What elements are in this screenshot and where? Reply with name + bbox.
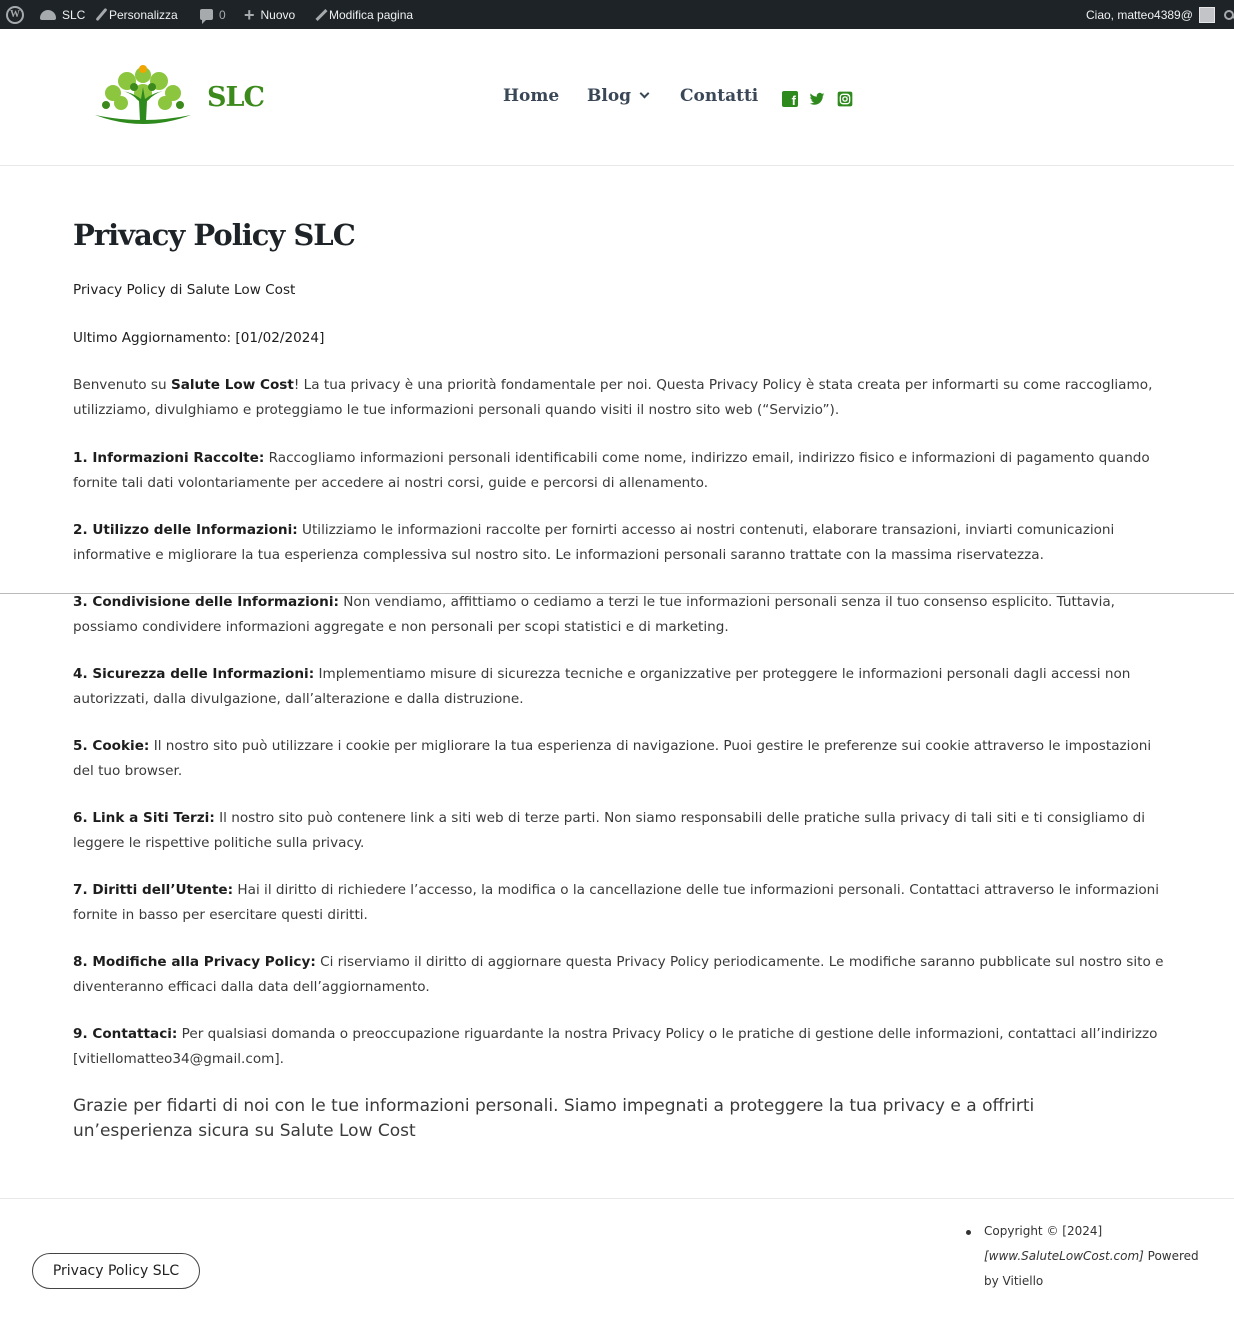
last-updated: Ultimo Aggiornamento: [01/02/2024] <box>73 326 1173 351</box>
new-content-label: Nuovo <box>260 7 296 22</box>
comments-count: 0 <box>219 7 226 22</box>
avatar <box>1198 6 1215 23</box>
edit-page-label: Modifica pagina <box>329 7 414 22</box>
privacy-policy-button[interactable]: Privacy Policy SLC <box>32 1253 200 1289</box>
brush-icon <box>95 7 108 22</box>
nav-blog-label: Blog <box>587 86 632 106</box>
nav-blog[interactable]: Blog <box>587 86 650 106</box>
account-menu[interactable]: Ciao, matteo4389@ <box>1086 0 1215 29</box>
greeting-text: Ciao, matteo4389@ <box>1086 7 1193 22</box>
section-9-heading: 9. Contattaci: <box>73 1026 178 1042</box>
section-4: 4. Sicurezza delle Informazioni: Impleme… <box>73 662 1173 711</box>
intro-brand: Salute Low Cost <box>170 377 294 393</box>
section-3-heading: 3. Condivisione delle Informazioni: <box>73 594 339 610</box>
admin-search[interactable] <box>1224 0 1234 29</box>
page-subtitle: Privacy Policy di Salute Low Cost <box>73 278 1173 303</box>
section-9: 9. Contattaci: Per qualsiasi domanda o p… <box>73 1022 1173 1071</box>
new-content-link[interactable]: + Nuovo <box>244 0 295 29</box>
site-header: SLC Home Blog Contatti f <box>0 29 1234 166</box>
divider <box>0 593 1234 594</box>
section-9-text: Per qualsiasi domanda o preoccupazione r… <box>73 1026 1158 1067</box>
section-5: 5. Cookie: Il nostro sito può utilizzare… <box>73 734 1173 783</box>
section-7-heading: 7. Diritti dell’Utente: <box>73 882 234 898</box>
section-5-heading: 5. Cookie: <box>73 738 150 754</box>
section-6-text: Il nostro sito può contenere link a siti… <box>73 810 1146 851</box>
bullet-icon <box>966 1230 971 1235</box>
page-title: Privacy Policy SLC <box>73 218 356 252</box>
chevron-down-icon <box>639 88 650 99</box>
section-1: 1. Informazioni Raccolte: Raccogliamo in… <box>73 446 1173 495</box>
section-5-text: Il nostro sito può utilizzare i cookie p… <box>73 738 1152 779</box>
tree-logo-icon <box>95 65 191 124</box>
pencil-icon <box>315 8 328 21</box>
section-2-heading: 2. Utilizzo delle Informazioni: <box>73 522 298 538</box>
section-4-heading: 4. Sicurezza delle Informazioni: <box>73 666 315 682</box>
section-8-heading: 8. Modifiche alla Privacy Policy: <box>73 954 316 970</box>
admin-bar: W SLC Personalizza 0 + Nuovo Modifica pa… <box>0 0 1234 29</box>
intro-paragraph: Benvenuto su Salute Low Cost! La tua pri… <box>73 373 1173 422</box>
customize-label: Personalizza <box>109 7 178 22</box>
instagram-icon[interactable] <box>837 91 853 107</box>
search-icon <box>1224 9 1234 20</box>
site-footer: Privacy Policy SLC Copyright © [2024] [w… <box>0 1198 1234 1341</box>
section-2: 2. Utilizzo delle Informazioni: Utilizzi… <box>73 518 1173 567</box>
customize-link[interactable]: Personalizza <box>95 0 178 29</box>
admin-site-link[interactable]: SLC <box>40 0 85 29</box>
edit-page-link[interactable]: Modifica pagina <box>315 0 414 29</box>
site-url-link[interactable]: [www.SaluteLowCost.com] <box>984 1249 1144 1263</box>
section-1-heading: 1. Informazioni Raccolte: <box>73 450 265 466</box>
wordpress-menu[interactable]: W <box>6 0 24 29</box>
section-6: 6. Link a Siti Terzi: Il nostro sito può… <box>73 806 1173 855</box>
intro-pre: Benvenuto su <box>73 377 171 393</box>
twitter-icon[interactable] <box>809 91 825 107</box>
nav-contatti[interactable]: Contatti <box>680 86 758 106</box>
nav-home[interactable]: Home <box>503 86 559 106</box>
facebook-icon[interactable]: f <box>782 91 798 107</box>
closing-paragraph: Grazie per fidarti di noi con le tue inf… <box>73 1096 1035 1141</box>
section-3: 3. Condivisione delle Informazioni: Non … <box>73 590 1173 639</box>
comment-icon <box>200 9 213 24</box>
section-6-heading: 6. Link a Siti Terzi: <box>73 810 215 826</box>
admin-site-label: SLC <box>62 7 86 22</box>
site-logo[interactable] <box>93 63 193 129</box>
site-title[interactable]: SLC <box>207 82 265 113</box>
page-content: Privacy Policy SLC Privacy Policy di Sal… <box>73 198 1183 1141</box>
subtitle-text: Privacy Policy di Salute Low Cost <box>73 282 296 298</box>
wordpress-icon: W <box>6 5 24 24</box>
comments-link[interactable]: 0 <box>200 0 226 29</box>
last-updated-text: Ultimo Aggiornamento: [01/02/2024] <box>73 330 325 346</box>
section-7-text: Hai il diritto di richiedere l’accesso, … <box>73 882 1160 923</box>
dashboard-icon <box>40 9 56 20</box>
plus-icon: + <box>244 4 255 25</box>
section-8: 8. Modifiche alla Privacy Policy: Ci ris… <box>73 950 1173 999</box>
copyright-text: Copyright © [2024] [www.SaluteLowCost.co… <box>984 1219 1214 1294</box>
copyright-label: Copyright © [2024] <box>984 1224 1103 1238</box>
section-7: 7. Diritti dell’Utente: Hai il diritto d… <box>73 878 1173 927</box>
